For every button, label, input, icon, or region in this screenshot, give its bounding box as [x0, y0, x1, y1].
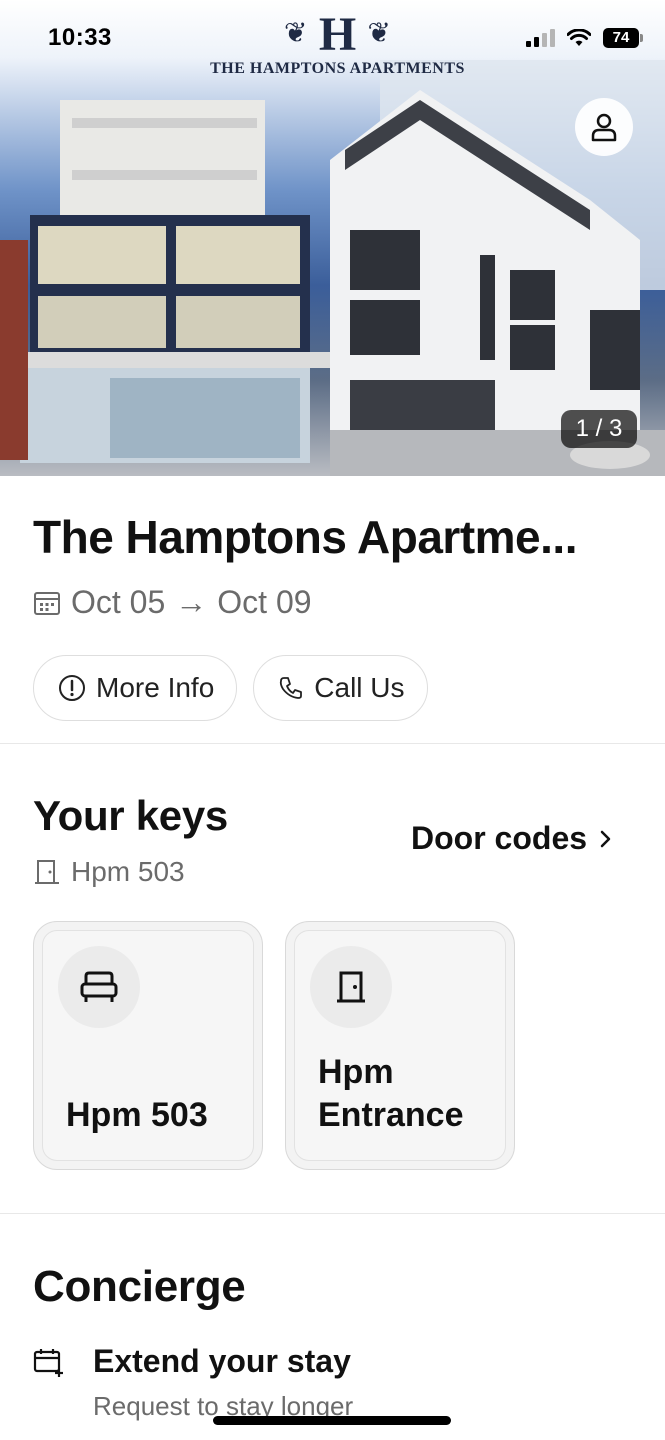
calendar-icon: [34, 591, 60, 615]
status-time: 10:33: [48, 24, 112, 51]
date-arrow: →: [175, 584, 208, 620]
key-card-room[interactable]: Hpm 503: [33, 921, 263, 1170]
logo-letter: H: [318, 8, 357, 61]
laurel-left-icon: ❦: [284, 17, 308, 48]
extend-stay-title: Extend your stay: [93, 1343, 351, 1379]
hotel-logo: ❦ H ❦ THE HAMPTONS APARTMENTS: [200, 10, 475, 82]
laurel-right-icon: ❦: [367, 17, 391, 48]
hero-image-carousel[interactable]: 10:33 74 ❦ H ❦ THE HAMPTONS APARTMENTS 1…: [0, 0, 665, 476]
concierge-heading: Concierge: [33, 1262, 246, 1311]
more-info-label: More Info: [96, 672, 215, 703]
stay-dates: Oct 05 → Oct 09: [33, 584, 312, 621]
home-indicator[interactable]: [213, 1416, 451, 1425]
more-info-button[interactable]: More Info: [33, 655, 238, 721]
key-card-label: Hpm Entrance: [318, 1051, 464, 1137]
check-out-date: Oct 09: [217, 584, 312, 620]
logo-text: THE HAMPTONS APARTMENTS: [210, 60, 465, 77]
key-icon-circle: [310, 946, 392, 1028]
chevron-right-icon: [600, 830, 611, 847]
bed-icon: [80, 971, 118, 1002]
unit-name: Hpm 503: [71, 856, 185, 887]
image-counter: 1 / 3: [561, 410, 637, 448]
call-us-button[interactable]: Call Us: [253, 655, 428, 721]
phone-icon: [280, 677, 303, 699]
door-icon: [337, 971, 365, 1003]
key-icon-circle: [58, 946, 140, 1028]
property-actions: More Info Call Us: [33, 655, 428, 721]
person-icon: [591, 113, 617, 142]
key-card-entrance[interactable]: Hpm Entrance: [285, 921, 515, 1170]
section-divider: [0, 743, 665, 744]
key-card-label-line2: Entrance: [318, 1096, 464, 1134]
door-icon: [35, 860, 59, 884]
info-icon: [59, 675, 85, 701]
section-divider: [0, 1213, 665, 1214]
cellular-signal-icon: [526, 29, 555, 47]
check-in-date: Oct 05: [71, 584, 166, 620]
key-card-label: Hpm 503: [66, 1096, 208, 1134]
calendar-plus-icon: [33, 1349, 63, 1377]
call-us-label: Call Us: [314, 672, 405, 703]
battery-icon: 74: [603, 28, 643, 48]
wifi-icon: [567, 29, 591, 46]
your-keys-heading: Your keys: [33, 792, 228, 839]
unit-label: Hpm 503: [33, 856, 185, 888]
key-card-label-line1: Hpm: [318, 1053, 394, 1091]
door-codes-link[interactable]: Door codes: [411, 820, 613, 857]
property-title: The Hamptons Apartme...: [33, 511, 577, 563]
status-indicators: 74: [526, 28, 643, 48]
profile-button[interactable]: [575, 98, 633, 156]
door-codes-label: Door codes: [411, 820, 588, 856]
